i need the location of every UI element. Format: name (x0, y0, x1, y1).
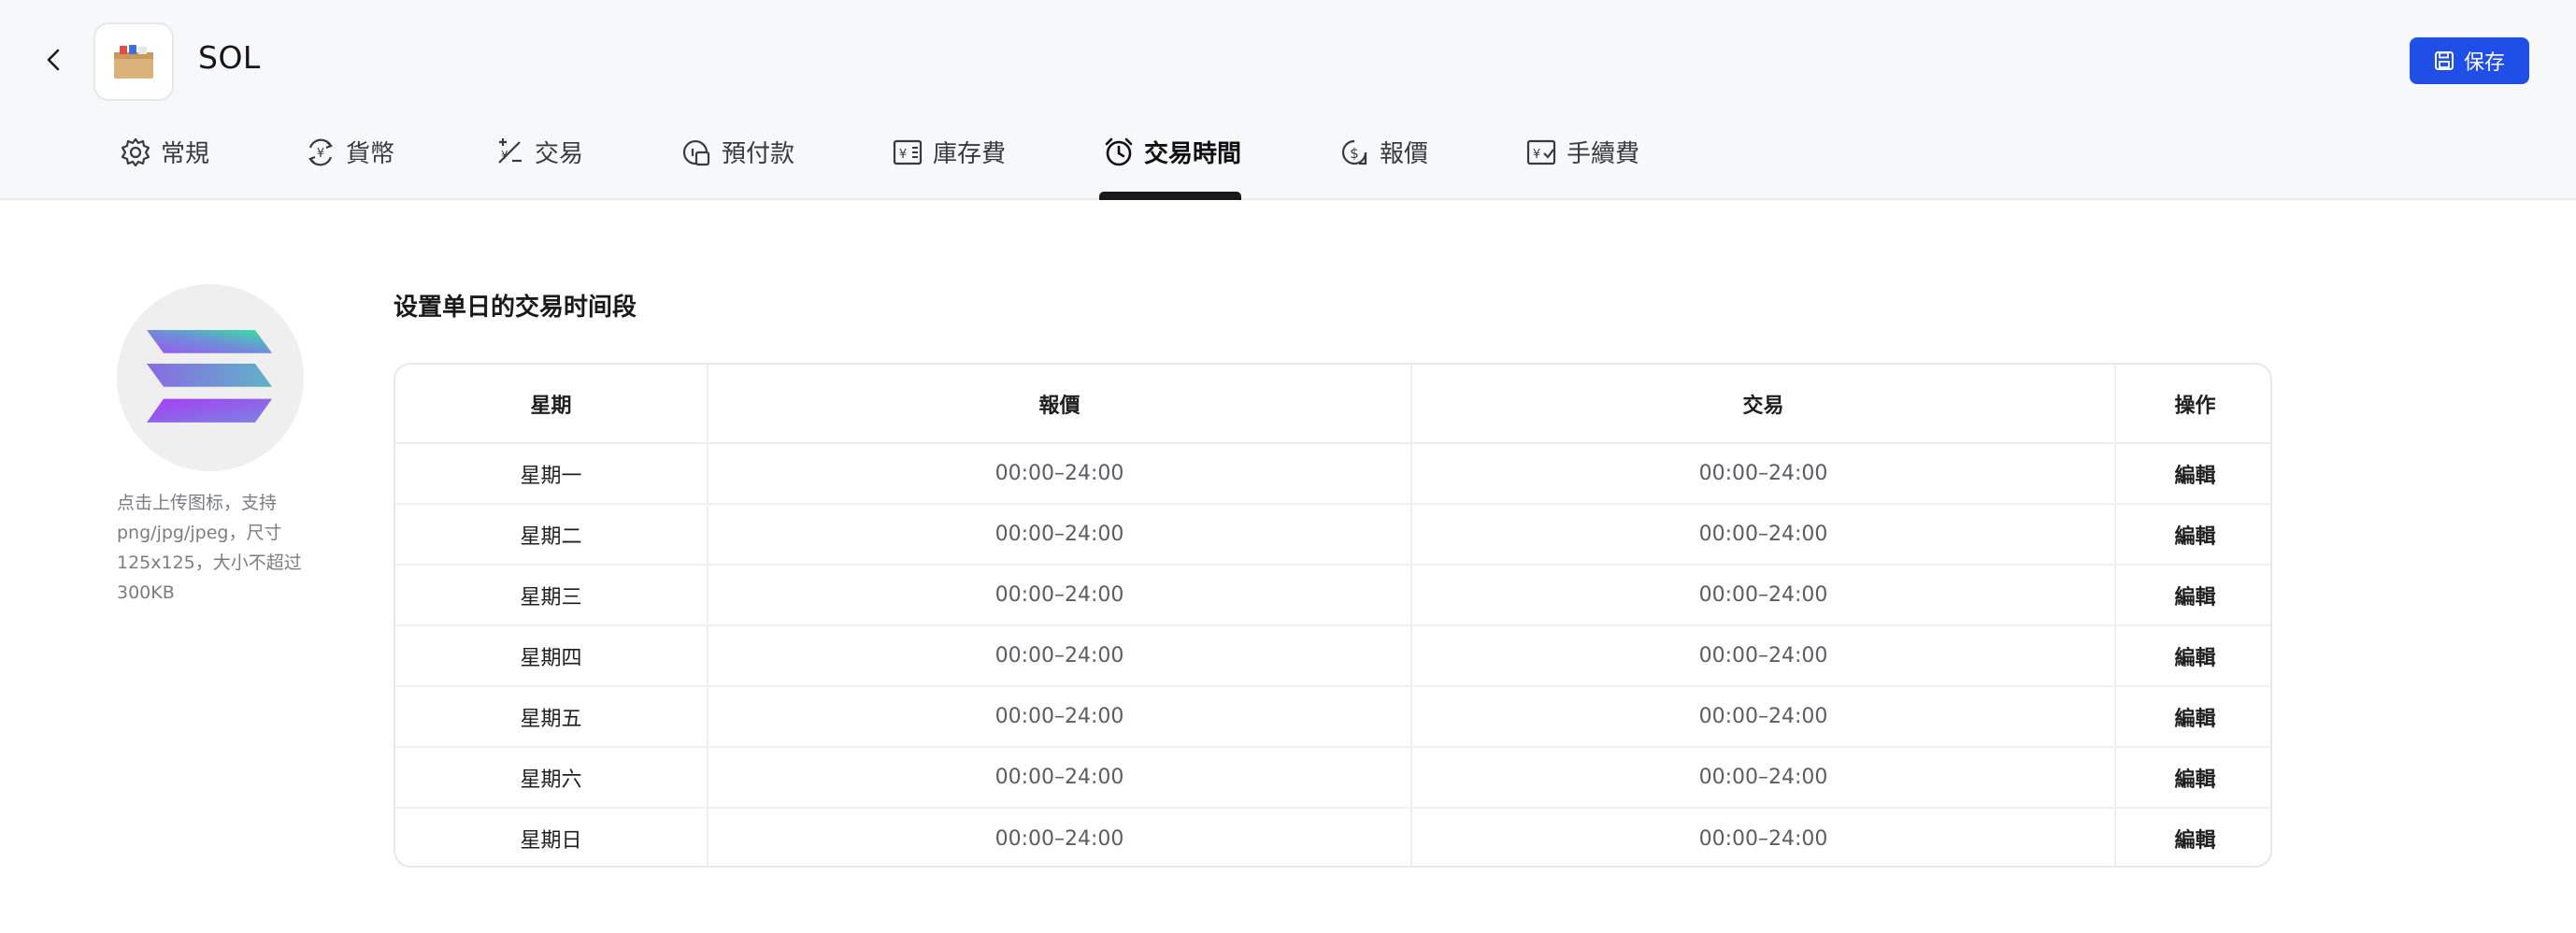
day-cell: 星期五 (395, 686, 708, 748)
quote-time-cell: 00:00–24:00 (708, 443, 1412, 505)
day-cell: 星期二 (395, 504, 708, 566)
svg-text:¥: ¥ (1533, 148, 1540, 162)
tab-label: 報價 (1380, 140, 1429, 168)
table-row: 星期四 00:00–24:00 00:00–24:00 編輯 (395, 625, 2270, 687)
save-button-label: 保存 (2463, 51, 2505, 75)
svg-text:¥: ¥ (899, 148, 907, 162)
action-cell: 編輯 (2115, 808, 2270, 866)
trade-time-cell: 00:00–24:00 (1411, 565, 2116, 626)
quote-time-cell: 00:00–24:00 (708, 747, 1412, 809)
table-row: 星期日 00:00–24:00 00:00–24:00 編輯 (395, 808, 2270, 866)
page-title: SOL (198, 39, 261, 76)
quote-time-cell: 00:00–24:00 (708, 504, 1412, 566)
tab-trade[interactable]: ¥ 交易 (494, 135, 583, 200)
svg-text:¥: ¥ (317, 147, 324, 161)
app-icon (93, 22, 174, 101)
edit-link[interactable]: 編輯 (2174, 708, 2215, 731)
back-button[interactable] (37, 43, 71, 77)
trading-hours-table: 星期 報價 交易 操作 星期一 00:00–24:00 00:00–24:00 … (394, 363, 2272, 868)
tab-label: 常規 (161, 140, 210, 168)
trade-time-cell: 00:00–24:00 (1411, 625, 2116, 687)
table-header-row: 星期 報價 交易 操作 (395, 365, 2270, 444)
prepayment-icon (682, 140, 710, 166)
tab-label: 預付款 (722, 140, 795, 168)
edit-link[interactable]: 編輯 (2174, 829, 2215, 853)
tab-prepayment[interactable]: 預付款 (680, 135, 794, 200)
solana-logo-icon (147, 330, 272, 423)
action-cell: 編輯 (2115, 565, 2270, 626)
table-row: 星期六 00:00–24:00 00:00–24:00 編輯 (395, 747, 2270, 809)
gear-icon (121, 137, 150, 167)
edit-link[interactable]: 編輯 (2174, 525, 2215, 549)
quote-time-cell: 00:00–24:00 (708, 625, 1412, 687)
chevron-left-icon (47, 49, 60, 71)
currency-exchange-icon: ¥ (308, 138, 333, 166)
quote-time-cell: 00:00–24:00 (708, 686, 1412, 748)
table-row: 星期三 00:00–24:00 00:00–24:00 編輯 (395, 565, 2270, 626)
coin-logo-upload[interactable] (117, 284, 304, 471)
quote-time-cell: 00:00–24:00 (708, 565, 1412, 626)
tab-fee[interactable]: ¥ 手續費 (1525, 135, 1639, 200)
table-row: 星期二 00:00–24:00 00:00–24:00 編輯 (395, 504, 2270, 566)
edit-link[interactable]: 編輯 (2174, 768, 2215, 792)
edit-link[interactable]: 編輯 (2174, 586, 2215, 610)
trade-time-cell: 00:00–24:00 (1411, 686, 2116, 748)
column-header-day: 星期 (395, 365, 708, 444)
edit-link[interactable]: 編輯 (2174, 465, 2215, 488)
tab-quote[interactable]: $ 報價 (1338, 135, 1428, 200)
quote-time-cell: 00:00–24:00 (708, 808, 1412, 866)
tab-storage-fee[interactable]: ¥ 庫存費 (892, 135, 1006, 200)
tab-label: 手續費 (1567, 140, 1640, 168)
action-cell: 編輯 (2115, 443, 2270, 505)
tab-label: 交易時間 (1144, 140, 1242, 168)
clock-icon (1105, 137, 1133, 166)
storage-fee-icon: ¥ (893, 139, 923, 165)
edit-link[interactable]: 編輯 (2174, 647, 2215, 670)
trade-time-cell: 00:00–24:00 (1411, 443, 2116, 505)
trade-time-cell: 00:00–24:00 (1411, 747, 2116, 809)
column-header-trade: 交易 (1411, 365, 2116, 444)
svg-text:¥: ¥ (501, 149, 508, 162)
trade-time-cell: 00:00–24:00 (1411, 808, 2116, 866)
day-cell: 星期一 (395, 443, 708, 505)
fee-icon: ¥ (1526, 139, 1556, 165)
svg-text:$: $ (1350, 145, 1359, 162)
tab-general[interactable]: 常規 (120, 135, 209, 200)
quote-icon: $ (1341, 139, 1367, 165)
tab-trading-hours[interactable]: 交易時間 (1103, 135, 1241, 200)
tab-label: 庫存費 (933, 140, 1007, 168)
column-header-quote: 報價 (708, 365, 1412, 444)
day-cell: 星期四 (395, 625, 708, 687)
tab-label: 交易 (535, 140, 584, 168)
action-cell: 編輯 (2115, 504, 2270, 566)
day-cell: 星期三 (395, 565, 708, 626)
folder-box-icon (114, 45, 153, 79)
save-button[interactable]: 保存 (2410, 37, 2529, 84)
save-icon (2434, 51, 2454, 70)
tab-label: 貨幣 (346, 140, 395, 168)
action-cell: 編輯 (2115, 625, 2270, 687)
table-row: 星期一 00:00–24:00 00:00–24:00 編輯 (395, 443, 2270, 505)
day-cell: 星期六 (395, 747, 708, 809)
action-cell: 編輯 (2115, 686, 2270, 748)
active-tab-indicator (1099, 192, 1241, 200)
top-header: SOL 保存 常規 ¥ 貨幣 ¥ 交易 預付款 ¥ 庫存費 交易時間 $ 報價 … (0, 0, 2576, 200)
table-row: 星期五 00:00–24:00 00:00–24:00 編輯 (395, 686, 2270, 748)
trade-time-cell: 00:00–24:00 (1411, 504, 2116, 566)
day-cell: 星期日 (395, 808, 708, 866)
tab-currency[interactable]: ¥ 貨幣 (305, 135, 394, 200)
column-header-action: 操作 (2115, 365, 2270, 444)
section-title: 设置单日的交易时间段 (394, 294, 637, 322)
trade-icon: ¥ (498, 138, 522, 164)
upload-hint-text: 点击上传图标，支持png/jpg/jpeg，尺寸125x125，大小不超过300… (117, 493, 302, 603)
action-cell: 編輯 (2115, 747, 2270, 809)
